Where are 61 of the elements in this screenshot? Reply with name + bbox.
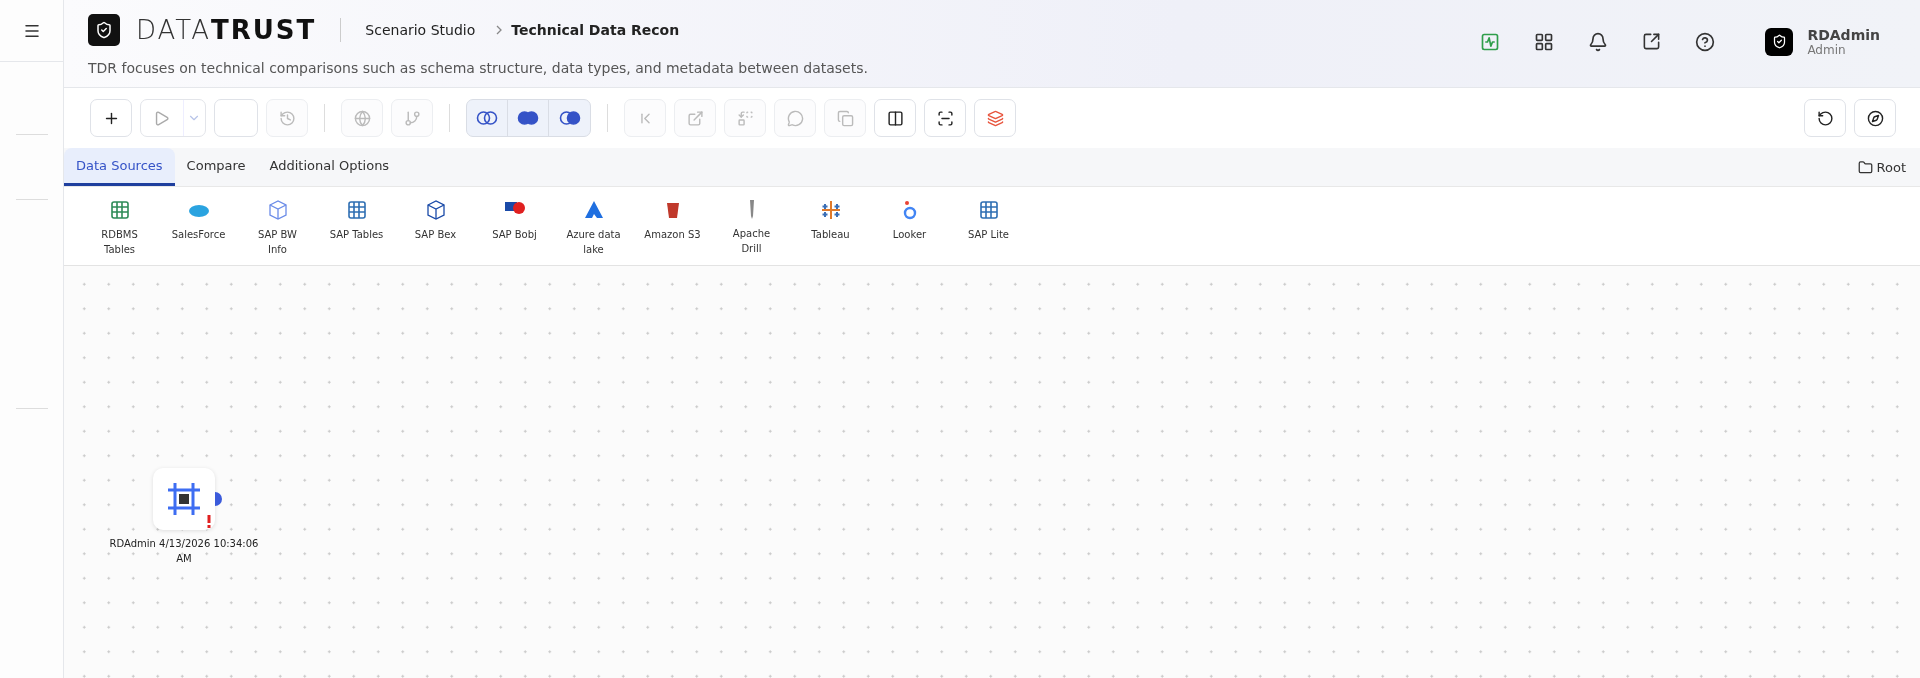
output-port[interactable] xyxy=(215,492,222,506)
data-source-item[interactable]: RDBMS Tables xyxy=(80,199,159,265)
toolbar-button[interactable] xyxy=(874,99,916,137)
data-source-item[interactable]: Tableau xyxy=(791,199,870,265)
data-source-item[interactable]: SAP BW Info xyxy=(238,199,317,265)
logo-icon xyxy=(88,14,120,46)
data-source-item[interactable]: Amazon S3 xyxy=(633,199,712,265)
layers-icon xyxy=(986,109,1004,127)
external-link-icon[interactable] xyxy=(1642,32,1662,51)
grid-icon xyxy=(977,199,1000,221)
join-icon xyxy=(476,111,498,125)
breadcrumb-item: Technical Data Recon xyxy=(511,22,680,38)
folder-icon xyxy=(1857,159,1873,175)
flow-node[interactable] xyxy=(153,468,215,530)
data-source-item[interactable]: SalesForce xyxy=(159,199,238,265)
toolbar-button[interactable] xyxy=(1804,99,1846,137)
copy-icon xyxy=(836,109,854,127)
tab[interactable]: Data Sources xyxy=(64,148,175,186)
swap-icon xyxy=(736,109,754,127)
compass-icon xyxy=(1866,109,1884,127)
grid-icon xyxy=(108,199,131,221)
comment-icon xyxy=(786,109,804,127)
frame-icon xyxy=(166,481,202,517)
data-source-item[interactable]: SAP Bobj xyxy=(475,199,554,265)
plus-icon xyxy=(819,199,842,221)
join-icon xyxy=(517,111,539,125)
toolbar-button[interactable] xyxy=(1854,99,1896,137)
data-source-item[interactable]: SAP Tables xyxy=(317,199,396,265)
data-source-item[interactable]: Apache Drill xyxy=(712,199,791,265)
bell-icon[interactable] xyxy=(1588,31,1609,52)
help-icon[interactable] xyxy=(1695,31,1716,52)
apps-grid-icon[interactable] xyxy=(1534,31,1555,52)
tab[interactable]: Additional Options xyxy=(257,148,402,186)
data-source-item[interactable]: Looker xyxy=(870,199,949,265)
user-avatar[interactable] xyxy=(1765,27,1794,56)
activity-icon[interactable] xyxy=(1480,31,1501,52)
history-icon xyxy=(278,109,296,127)
breadcrumb-item[interactable]: Scenario Studio xyxy=(365,22,476,38)
triangle-icon xyxy=(582,199,605,221)
grid-icon xyxy=(345,199,368,221)
user-name: RDAdmin xyxy=(1807,26,1880,43)
scan-icon xyxy=(936,109,954,127)
globe-icon xyxy=(353,109,371,127)
branch-icon xyxy=(403,109,421,127)
user-role: Admin xyxy=(1807,42,1847,57)
columns-icon xyxy=(886,109,904,127)
root-folder-button[interactable]: Root xyxy=(1851,148,1912,186)
data-source-item[interactable]: Azure data lake xyxy=(554,199,633,265)
external-link-icon xyxy=(686,109,704,127)
data-source-item[interactable]: SAP Bex xyxy=(396,199,475,265)
tab[interactable]: Compare xyxy=(174,148,258,186)
cube-icon xyxy=(266,199,289,221)
cube-icon xyxy=(424,199,447,221)
node-label: RDAdmin 4/13/2026 10:34:06 AM xyxy=(108,537,260,566)
page-description: TDR focuses on technical comparisons such as schema structure, data types, and metadata between datasets. xyxy=(88,60,868,76)
play-icon xyxy=(153,109,171,127)
undo-icon xyxy=(1816,109,1834,127)
drill-icon xyxy=(748,199,755,220)
join-icon xyxy=(558,111,581,125)
data-source-item[interactable]: SAP Lite xyxy=(949,199,1028,265)
brand-logo: DATATRUST xyxy=(136,15,317,45)
